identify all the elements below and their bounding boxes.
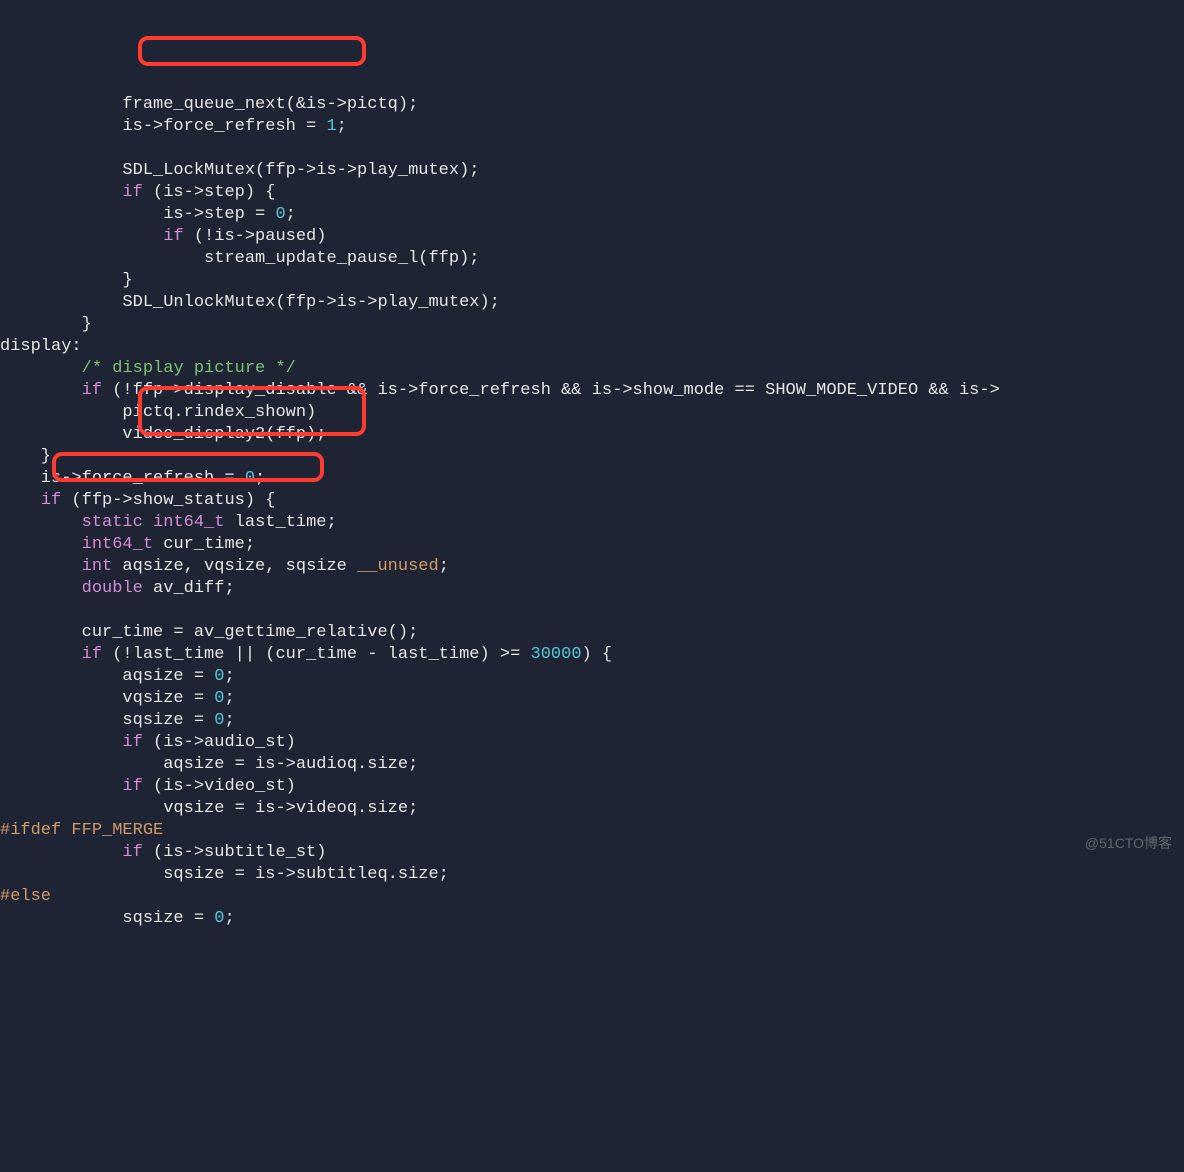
code-line: vqsize = is->videoq.size; [0, 799, 418, 818]
type: int64_t [82, 535, 153, 554]
code-text: (is->step) { [143, 183, 276, 202]
code-text: aqsize, vqsize, sqsize [112, 557, 357, 576]
code-text [0, 733, 122, 752]
keyword: if [163, 227, 183, 246]
code-text: (is->audio_st) [143, 733, 296, 752]
number-literal: 1 [326, 117, 336, 136]
code-line: } [0, 447, 51, 466]
code-text: ; [224, 689, 234, 708]
code-text: ; [439, 557, 449, 576]
code-text [0, 777, 122, 796]
code-text: ; [255, 469, 265, 488]
code-text: ; [224, 711, 234, 730]
code-text: ; [224, 909, 234, 928]
code-text: (!ffp->display_disable && is->force_refr… [102, 381, 1000, 400]
type: double [82, 579, 143, 598]
code-text: last_time; [224, 513, 336, 532]
code-text: (ffp->show_status) { [61, 491, 275, 510]
keyword: static [82, 513, 143, 532]
code-text: vqsize = [0, 689, 214, 708]
code-text: (!last_time || (cur_time - last_time) >= [102, 645, 530, 664]
code-text: av_diff; [143, 579, 235, 598]
code-text: is->force_refresh = [0, 469, 245, 488]
number-literal: 0 [214, 909, 224, 928]
number-literal: 0 [275, 205, 285, 224]
number-literal: 30000 [531, 645, 582, 664]
keyword: if [122, 183, 142, 202]
code-text [0, 359, 82, 378]
code-text: (is->video_st) [143, 777, 296, 796]
keyword: if [122, 843, 142, 862]
code-line: sqsize = is->subtitleq.size; [0, 865, 449, 884]
code-text: (is->subtitle_st) [143, 843, 327, 862]
code-text: aqsize = [0, 667, 214, 686]
code-text [0, 645, 82, 664]
number-literal: 0 [214, 689, 224, 708]
code-text: cur_time; [153, 535, 255, 554]
code-line: stream_update_pause_l(ffp); [0, 249, 479, 268]
code-text: ; [286, 205, 296, 224]
code-text: (!is->paused) [184, 227, 327, 246]
code-text: sqsize = [0, 711, 214, 730]
number-literal: 0 [214, 667, 224, 686]
code-line: aqsize = is->audioq.size; [0, 755, 418, 774]
keyword: if [122, 777, 142, 796]
code-line: frame_queue_next(&is->pictq); [0, 95, 418, 114]
code-text: is->step = [0, 205, 275, 224]
code-line: video_display2(ffp); [0, 425, 326, 444]
code-text [0, 183, 122, 202]
attribute: __unused [357, 557, 439, 576]
preprocessor: #else [0, 887, 51, 906]
code-text [0, 227, 163, 246]
code-line: is->force_refresh = [0, 117, 326, 136]
type: int [82, 557, 113, 576]
code-line: pictq.rindex_shown) [0, 403, 316, 422]
comment: /* display picture */ [82, 359, 296, 378]
watermark: @51CTO博客 [1085, 832, 1172, 854]
keyword: if [41, 491, 61, 510]
code-text [0, 381, 82, 400]
code-text [0, 535, 82, 554]
preprocessor: #ifdef FFP_MERGE [0, 821, 163, 840]
number-literal: 0 [214, 711, 224, 730]
code-line: SDL_LockMutex(ffp->is->play_mutex); [0, 161, 479, 180]
code-text: ; [224, 667, 234, 686]
code-text [0, 557, 82, 576]
keyword: if [122, 733, 142, 752]
keyword: if [82, 645, 102, 664]
type: int64_t [153, 513, 224, 532]
code-line: } [0, 315, 92, 334]
code-line: } [0, 271, 133, 290]
code-text: sqsize = [0, 909, 214, 928]
code-editor[interactable]: frame_queue_next(&is->pictq); is->force_… [0, 94, 1184, 930]
keyword: if [82, 381, 102, 400]
code-text: ; [337, 117, 347, 136]
code-text: ) { [582, 645, 613, 664]
code-line: display: [0, 337, 82, 356]
code-text [0, 843, 122, 862]
code-text [0, 513, 82, 532]
code-line: SDL_UnlockMutex(ffp->is->play_mutex); [0, 293, 500, 312]
highlight-box [138, 36, 366, 66]
code-text [143, 513, 153, 532]
code-text [0, 491, 41, 510]
code-text [0, 579, 82, 598]
number-literal: 0 [245, 469, 255, 488]
code-line: cur_time = av_gettime_relative(); [0, 623, 418, 642]
